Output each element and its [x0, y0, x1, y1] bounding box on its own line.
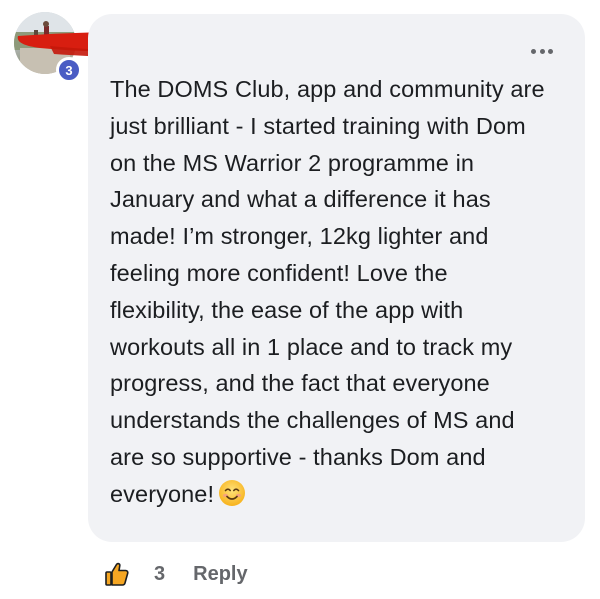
- comment-line: on the MS Warrior 2 programme in: [110, 149, 475, 176]
- comment-bubble: The DOMS Club, app and community are jus…: [88, 14, 585, 542]
- more-dot: [539, 48, 545, 54]
- reply-button[interactable]: Reply: [193, 563, 247, 586]
- comment-last-line: everyone!: [110, 476, 560, 513]
- comment-line: just brilliant - I started training with…: [110, 112, 526, 139]
- comment-line: made! I’m stronger, 12kg lighter and: [110, 223, 489, 250]
- comment-line: are so supportive - thanks Dom and: [110, 443, 486, 470]
- comment-line: workouts all in 1 place and to track my: [110, 333, 513, 360]
- comment-line: January and what a difference it has: [110, 186, 491, 213]
- more-dot: [548, 48, 553, 54]
- more-options-icon[interactable]: [531, 47, 553, 55]
- comment-actions: 3 Reply: [104, 560, 248, 588]
- like-count: 3: [154, 562, 166, 585]
- comment-screen: 3 The DOMS Club, app and community are j…: [0, 0, 600, 599]
- comment-line: everyone!: [110, 480, 215, 507]
- comment-line: understands the challenges of MS and: [110, 407, 515, 434]
- comment-line: flexibility, the ease of the app with: [110, 296, 464, 323]
- smiling-face-emoji-icon: [219, 479, 246, 506]
- comment-line: The DOMS Club, app and community are: [110, 76, 545, 102]
- comment-text: The DOMS Club, app and community are jus…: [110, 71, 560, 513]
- more-dot: [531, 48, 536, 54]
- comment-line: progress, and the fact that everyone: [110, 370, 490, 397]
- comment-line: feeling more confident! Love the: [110, 259, 448, 286]
- thumbs-up-icon[interactable]: [104, 561, 130, 587]
